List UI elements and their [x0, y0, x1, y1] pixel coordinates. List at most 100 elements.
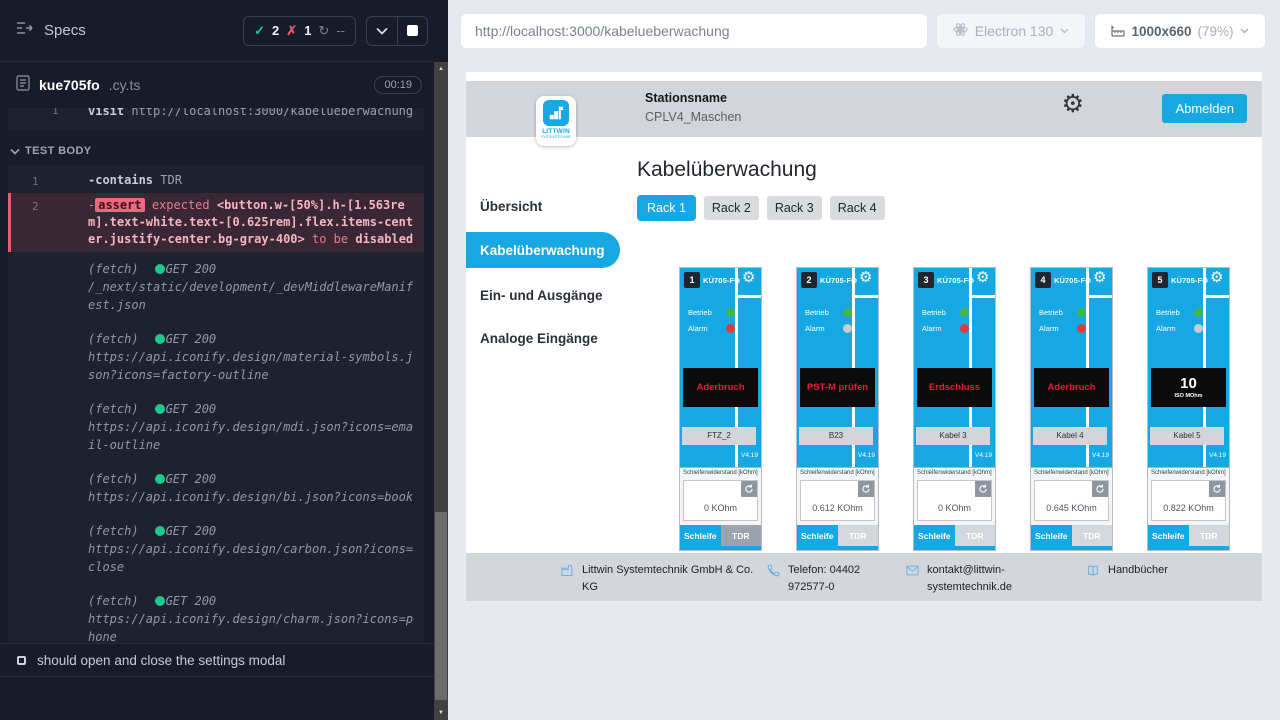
collapse-button[interactable]: [367, 17, 397, 45]
run-controls: [366, 16, 428, 46]
sidebar-item-übersicht[interactable]: Übersicht: [480, 199, 542, 214]
ruler-icon: [1111, 23, 1125, 40]
resistance-panel: Schleifenwiderstand [kOhm]0 KOhm: [914, 467, 995, 525]
app-footer: Littwin Systemtechnik GmbH & Co. KG Telef…: [466, 553, 1262, 601]
browser-selector[interactable]: Electron 130: [936, 13, 1086, 49]
sidebar-item-analoge-eingänge[interactable]: Analoge Eingänge: [480, 331, 598, 346]
tdr-button[interactable]: TDR: [721, 525, 762, 546]
device-card-2: 2KÜ705-FO⚙BetriebAlarmPST-M prüfenB23V4.…: [796, 267, 879, 551]
footer-text: Telefon: 04402 972577-0: [788, 562, 896, 595]
specs-menu-icon[interactable]: [16, 20, 34, 41]
logo-text: LITTWIN: [542, 128, 570, 135]
fetch-log-row[interactable]: (fetch)GET 200https://api.iconify.design…: [8, 392, 424, 462]
refresh-button[interactable]: [741, 481, 757, 497]
rack-tab-2[interactable]: Rack 2: [704, 196, 759, 220]
stop-button[interactable]: [397, 17, 427, 45]
alarm-label: Alarm: [805, 324, 825, 333]
sidebar-item-ein-und-ausgänge[interactable]: Ein- und Ausgänge: [480, 288, 603, 303]
device-number: 3: [918, 272, 934, 288]
footer-item-phone: Telefon: 04402 972577-0: [766, 562, 905, 595]
rack-tab-1[interactable]: Rack 1: [637, 195, 696, 221]
rack-tab-4[interactable]: Rack 4: [830, 196, 885, 220]
device-card-4: 4KÜ705-FO⚙BetriebAlarmAderbruchKabel 4V4…: [1030, 267, 1113, 551]
tdr-button[interactable]: TDR: [838, 525, 879, 546]
schleife-button[interactable]: Schleife: [797, 525, 838, 546]
alarm-status-text: Erdschluss: [929, 382, 980, 393]
rack-tabs: Rack 1 Rack 2 Rack 3 Rack 4: [637, 195, 885, 221]
viewport-selector[interactable]: 1000x660 (79%): [1094, 13, 1266, 49]
tdr-button[interactable]: TDR: [1072, 525, 1113, 546]
logout-button[interactable]: Abmelden: [1162, 94, 1247, 123]
settings-gear-icon[interactable]: ⚙: [1062, 92, 1084, 117]
schleife-button[interactable]: Schleife: [914, 525, 955, 546]
contains-command[interactable]: 1 -contains TDR: [8, 168, 424, 193]
resistance-panel: Schleifenwiderstand [kOhm]0.612 KOhm: [797, 467, 878, 525]
scrollbar-thumb[interactable]: [435, 512, 447, 700]
url-bar[interactable]: http://localhost:3000/kabelueberwachung: [460, 13, 928, 49]
command-args: TDR: [160, 173, 182, 187]
spec-file-row[interactable]: kue705fo.cy.ts 00:19: [0, 62, 434, 108]
footer-text: Littwin Systemtechnik GmbH & Co. KG: [582, 562, 754, 595]
device-card-1: 1KÜ705-FO⚙BetriebAlarmAderbruchFTZ_2V4.1…: [679, 267, 762, 551]
stop-icon: [407, 25, 418, 36]
footer-text: Handbücher: [1108, 562, 1168, 584]
scroll-down-button[interactable]: ▼: [434, 706, 448, 720]
sidebar-item-kabelüberwachung[interactable]: Kabelüberwachung: [466, 232, 620, 268]
visit-command[interactable]: 1 visit http://localhost:3000/kabelueber…: [8, 108, 424, 130]
status-display: Aderbruch: [1034, 368, 1109, 407]
rack-tab-3[interactable]: Rack 3: [767, 196, 822, 220]
firmware-version: V4.19: [1209, 452, 1226, 459]
fetch-log-row[interactable]: (fetch)GET 200/_next/static/development/…: [8, 252, 424, 322]
cable-name: Kabel 3: [916, 427, 990, 445]
fetch-log-row[interactable]: (fetch)GET 200https://api.iconify.design…: [8, 462, 424, 514]
device-settings-icon[interactable]: ⚙: [859, 270, 872, 285]
tdr-button[interactable]: TDR: [955, 525, 996, 546]
command-name: contains: [95, 173, 153, 187]
assert-command-failed[interactable]: 2 -assert expected <button.w-[50%].h-[1.…: [8, 193, 424, 252]
tdr-button[interactable]: TDR: [1189, 525, 1230, 546]
pending-icon: ↻: [318, 23, 329, 39]
device-number: 2: [801, 272, 817, 288]
passed-count: 2: [272, 23, 279, 38]
refresh-button[interactable]: [975, 481, 991, 497]
schleife-button[interactable]: Schleife: [1031, 525, 1072, 546]
device-panel: 4KÜ705-FO⚙BetriebAlarmAderbruchKabel 4V4…: [1031, 268, 1112, 467]
pending-test-row[interactable]: should open and close the settings modal: [0, 643, 434, 677]
assert-expected: expected: [152, 198, 210, 212]
device-settings-icon[interactable]: ⚙: [976, 270, 989, 285]
email-icon: [905, 562, 920, 595]
device-panel: 5KÜ705-FO⚙BetriebAlarm10ISO MOhmKabel 5V…: [1148, 268, 1229, 467]
device-card-5: 5KÜ705-FO⚙BetriebAlarm10ISO MOhmKabel 5V…: [1147, 267, 1230, 551]
alarm-led: [1077, 324, 1086, 333]
assert-badge: assert: [95, 198, 144, 212]
device-settings-icon[interactable]: ⚙: [1093, 270, 1106, 285]
resistance-display: 0 KOhm: [917, 480, 992, 521]
betrieb-label: Betrieb: [1039, 308, 1063, 317]
fetch-log-row[interactable]: (fetch)GET 200https://api.iconify.design…: [8, 322, 424, 392]
alarm-status-text: Aderbruch: [1047, 382, 1095, 393]
schleife-button[interactable]: Schleife: [1148, 525, 1189, 546]
fetch-log-row[interactable]: (fetch)GET 200https://api.iconify.design…: [8, 514, 424, 584]
fetch-log-row[interactable]: (fetch)GET 200https://api.iconify.design…: [8, 584, 424, 643]
cable-name: Kabel 4: [1033, 427, 1107, 445]
scroll-up-button[interactable]: ▲: [434, 62, 448, 76]
page-title: Kabelüberwachung: [637, 158, 817, 182]
iso-value: 10: [1180, 376, 1197, 393]
refresh-button[interactable]: [1209, 481, 1225, 497]
device-settings-icon[interactable]: ⚙: [742, 270, 755, 285]
schleife-button[interactable]: Schleife: [680, 525, 721, 546]
device-model: KÜ705-FO: [703, 276, 740, 285]
book-icon: [1085, 562, 1101, 584]
test-body-header[interactable]: TEST BODY: [8, 145, 424, 157]
refresh-button[interactable]: [1092, 481, 1108, 497]
device-settings-icon[interactable]: ⚙: [1210, 270, 1223, 285]
footer-item-book[interactable]: Handbücher: [1085, 562, 1168, 584]
betrieb-label: Betrieb: [1156, 308, 1180, 317]
reporter-scrollbar[interactable]: ▲ ▼: [434, 0, 448, 720]
command-block: 1 -contains TDR 2 -assert expected <butt…: [8, 165, 424, 643]
cable-name: Kabel 5: [1150, 427, 1224, 445]
resistance-label: Schleifenwiderstand [kOhm]: [1148, 468, 1229, 476]
refresh-button[interactable]: [858, 481, 874, 497]
alarm-label: Alarm: [922, 324, 942, 333]
firmware-version: V4.19: [1092, 452, 1109, 459]
